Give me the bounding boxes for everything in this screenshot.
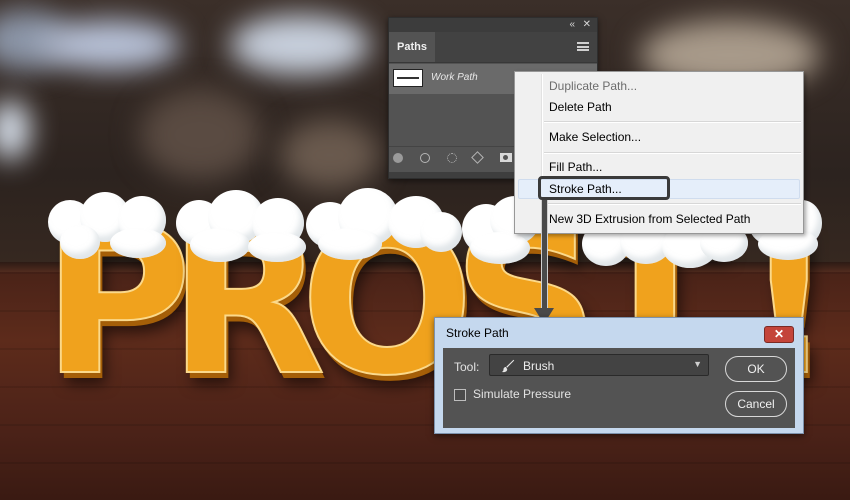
simulate-pressure-checkbox[interactable] bbox=[454, 389, 466, 401]
bokeh-light bbox=[40, 20, 180, 70]
tool-dropdown[interactable]: Brush ▼ bbox=[489, 354, 709, 376]
panel-tab-bar: Paths bbox=[389, 32, 597, 63]
menu-item-duplicate-path[interactable]: Duplicate Path... bbox=[549, 75, 637, 97]
close-icon[interactable]: ✕ bbox=[583, 19, 591, 31]
menu-item-make-selection[interactable]: Make Selection... bbox=[549, 126, 641, 148]
collapse-icon[interactable]: « bbox=[569, 19, 575, 31]
menu-item-delete-path[interactable]: Delete Path bbox=[549, 96, 612, 118]
dialog-body: Tool: Brush ▼ Simulate Pressure OK Cance… bbox=[443, 348, 795, 428]
bokeh-light bbox=[280, 120, 380, 190]
menu-separator bbox=[544, 121, 801, 123]
panel-menu-icon[interactable] bbox=[577, 42, 589, 51]
tool-label: Tool: bbox=[454, 360, 480, 374]
bokeh-light bbox=[0, 100, 30, 160]
load-selection-icon[interactable] bbox=[447, 153, 457, 163]
dialog-close-button[interactable]: ✕ bbox=[764, 326, 794, 343]
make-work-path-icon[interactable] bbox=[471, 151, 484, 164]
context-menu: Duplicate Path... Delete Path Make Selec… bbox=[514, 71, 804, 234]
stroke-path-icon[interactable] bbox=[420, 153, 430, 163]
cancel-button[interactable]: Cancel bbox=[725, 391, 787, 417]
menu-item-new-3d-extrusion[interactable]: New 3D Extrusion from Selected Path bbox=[549, 208, 750, 230]
brush-icon bbox=[501, 359, 515, 373]
stroke-path-dialog: Stroke Path ✕ Tool: Brush ▼ Simulate Pre… bbox=[434, 317, 804, 434]
callout-arrow-line bbox=[541, 200, 548, 310]
fill-path-icon[interactable] bbox=[393, 153, 403, 163]
bokeh-light bbox=[140, 90, 260, 180]
menu-item-fill-path[interactable]: Fill Path... bbox=[549, 156, 602, 178]
menu-separator bbox=[544, 203, 801, 205]
callout-highlight-box bbox=[538, 176, 670, 200]
path-thumbnail bbox=[393, 69, 423, 87]
chevron-down-icon: ▼ bbox=[693, 359, 702, 369]
dialog-title: Stroke Path bbox=[446, 326, 509, 340]
tool-value: Brush bbox=[523, 359, 555, 373]
add-mask-icon[interactable] bbox=[500, 153, 512, 162]
simulate-pressure-label: Simulate Pressure bbox=[473, 387, 572, 401]
panel-title-bar: « ✕ bbox=[389, 18, 597, 32]
bokeh-light bbox=[230, 15, 370, 75]
menu-separator bbox=[544, 152, 801, 154]
ok-button[interactable]: OK bbox=[725, 356, 787, 382]
tab-paths[interactable]: Paths bbox=[389, 32, 435, 62]
path-name-label: Work Path bbox=[431, 72, 478, 83]
